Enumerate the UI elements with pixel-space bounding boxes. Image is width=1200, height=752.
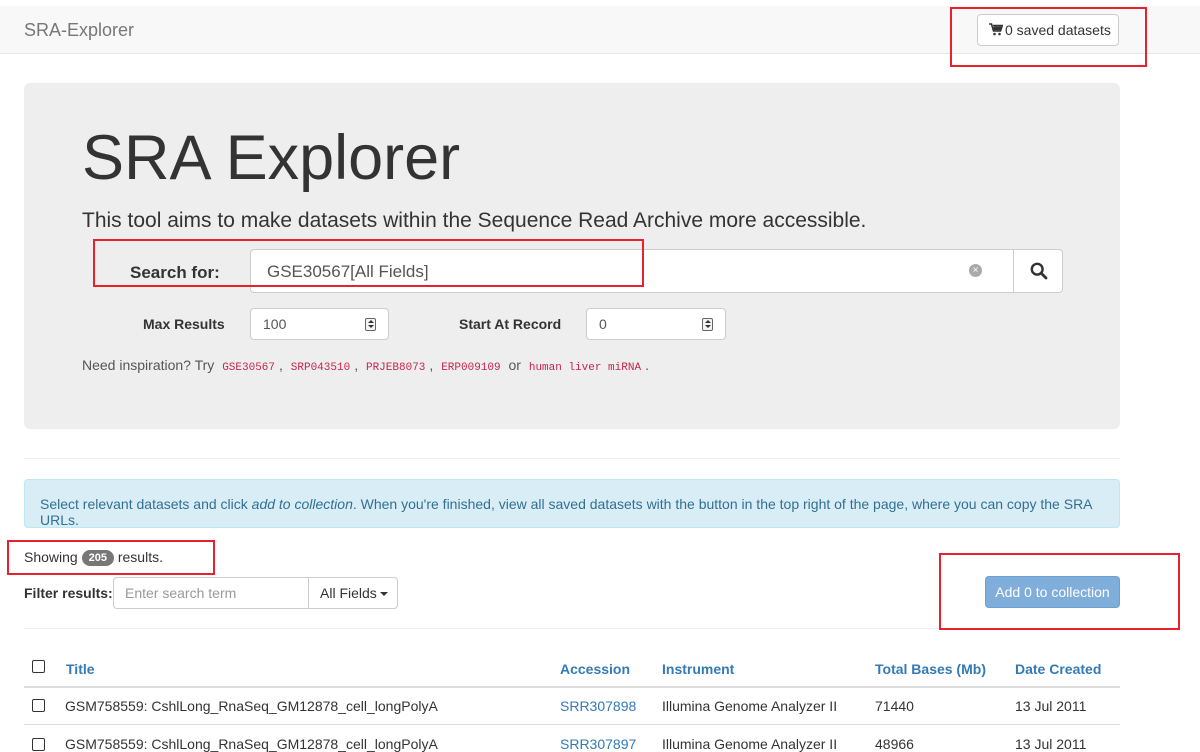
divider [24, 458, 1120, 459]
search-input[interactable]: GSE30567[All Fields] × [250, 249, 1013, 293]
filter-input[interactable]: Enter search term [113, 577, 309, 609]
search-icon [1030, 262, 1048, 280]
cart-icon [989, 23, 1004, 36]
results-count: Showing 205 results. [24, 549, 163, 566]
info-text-em: add to collection [251, 496, 353, 512]
add-to-collection-button[interactable]: Add 0 to collection [985, 576, 1120, 608]
saved-datasets-button[interactable]: 0 saved datasets [977, 14, 1119, 46]
fields-dropdown[interactable]: All Fields [308, 577, 398, 609]
cell-accession[interactable]: SRR307897 [560, 736, 636, 752]
column-header-total-bases[interactable]: Total Bases (Mb) [875, 661, 986, 677]
cell-total-bases: 48966 [875, 736, 914, 752]
example-link[interactable]: human liver miRNA [525, 362, 645, 374]
cell-date-created: 13 Jul 2011 [1015, 698, 1087, 714]
row-checkbox[interactable] [32, 699, 45, 712]
divider [24, 628, 1120, 629]
select-all-checkbox[interactable] [32, 660, 45, 673]
max-results-value: 100 [263, 316, 287, 332]
cell-instrument: Illumina Genome Analyzer II [662, 698, 838, 714]
cell-accession[interactable]: SRR307898 [560, 698, 636, 714]
example-link[interactable]: GSE30567 [218, 362, 279, 374]
column-header-accession[interactable]: Accession [560, 661, 630, 677]
search-panel: SRA Explorer This tool aims to make data… [24, 83, 1120, 429]
start-record-input[interactable]: 0 [586, 308, 726, 340]
results-label: results. [117, 549, 163, 565]
navbar: SRA-Explorer 0 saved datasets [0, 6, 1200, 54]
info-text-a: Select relevant datasets and click [40, 496, 252, 512]
cell-total-bases: 71440 [875, 698, 914, 714]
max-results-spinner-icon[interactable] [365, 318, 376, 331]
clear-search-icon[interactable]: × [969, 264, 982, 277]
page-title: SRA Explorer [82, 123, 461, 193]
start-record-value: 0 [599, 316, 607, 332]
inspiration-text: Need inspiration? Try GSE30567, SRP04351… [82, 357, 649, 374]
search-input-value: GSE30567[All Fields] [267, 262, 429, 281]
max-results-input[interactable]: 100 [250, 308, 389, 340]
example-link[interactable]: ERP009109 [437, 362, 504, 374]
inspiration-or: or [508, 357, 521, 373]
column-header-date-created[interactable]: Date Created [1015, 661, 1101, 677]
cell-title: GSM758559: CshlLong_RnaSeq_GM12878_cell_… [65, 736, 438, 752]
info-alert: Select relevant datasets and click add t… [24, 479, 1120, 528]
row-checkbox[interactable] [32, 738, 45, 751]
fields-dropdown-label: All Fields [320, 585, 377, 601]
start-record-spinner-icon[interactable] [702, 318, 713, 331]
filter-label: Filter results: [24, 585, 113, 601]
inspiration-prefix: Need inspiration? Try [82, 357, 215, 373]
search-label: Search for: [130, 263, 220, 282]
brand-link[interactable]: SRA-Explorer [24, 20, 134, 41]
cell-date-created: 13 Jul 2011 [1015, 736, 1087, 752]
cell-instrument: Illumina Genome Analyzer II [662, 736, 838, 752]
example-link[interactable]: PRJEB8073 [362, 362, 429, 374]
filter-placeholder: Enter search term [125, 585, 237, 601]
cell-title: GSM758559: CshlLong_RnaSeq_GM12878_cell_… [65, 698, 438, 714]
start-record-label: Start At Record [459, 316, 562, 332]
results-count-badge: 205 [81, 550, 114, 566]
showing-label: Showing [24, 549, 78, 565]
caret-down-icon [379, 592, 388, 596]
column-header-instrument[interactable]: Instrument [662, 661, 734, 677]
example-link[interactable]: SRP043510 [287, 362, 354, 374]
search-button[interactable] [1013, 249, 1063, 293]
max-results-label: Max Results [143, 316, 225, 332]
page-lead: This tool aims to make datasets within t… [82, 209, 867, 232]
saved-datasets-label: 0 saved datasets [1005, 22, 1111, 38]
row-divider [24, 724, 1120, 725]
column-header-title[interactable]: Title [66, 661, 95, 677]
table-header-border [24, 686, 1120, 688]
